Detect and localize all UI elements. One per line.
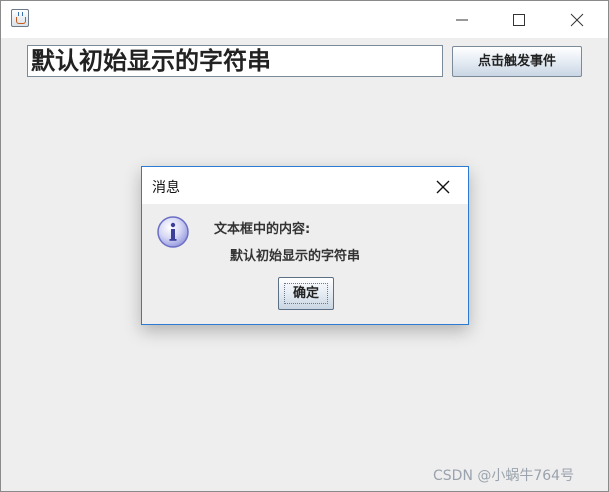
close-button[interactable] bbox=[554, 1, 600, 38]
dialog-titlebar[interactable]: 消息 bbox=[142, 167, 468, 204]
ok-button-label: 确定 bbox=[284, 283, 328, 304]
message-dialog: 消息 文本框中的内容: 默认初始显示的字符串 确定 bbox=[141, 166, 469, 325]
dialog-message-value: 默认初始显示的字符串 bbox=[230, 249, 361, 264]
maximize-icon bbox=[513, 14, 525, 26]
java-cup-icon[interactable] bbox=[11, 9, 29, 27]
text-input[interactable]: 默认初始显示的字符串 bbox=[27, 45, 443, 77]
ok-button[interactable]: 确定 bbox=[278, 277, 334, 310]
window-titlebar[interactable] bbox=[1, 1, 608, 38]
main-window: 默认初始显示的字符串 点击触发事件 消息 文本框中的内容: 默认初始显示的字符串… bbox=[0, 0, 609, 492]
dialog-message-label: 文本框中的内容: bbox=[214, 222, 311, 237]
dialog-close-button[interactable] bbox=[430, 175, 454, 197]
trigger-event-button[interactable]: 点击触发事件 bbox=[452, 46, 582, 77]
dialog-title: 消息 bbox=[152, 180, 180, 196]
info-icon bbox=[156, 215, 190, 253]
close-icon bbox=[570, 13, 584, 27]
watermark: CSDN @小蜗牛764号 bbox=[433, 468, 575, 484]
minimize-button[interactable] bbox=[439, 1, 485, 38]
close-icon bbox=[436, 180, 450, 194]
maximize-button[interactable] bbox=[496, 1, 542, 38]
minimize-icon bbox=[456, 19, 468, 21]
